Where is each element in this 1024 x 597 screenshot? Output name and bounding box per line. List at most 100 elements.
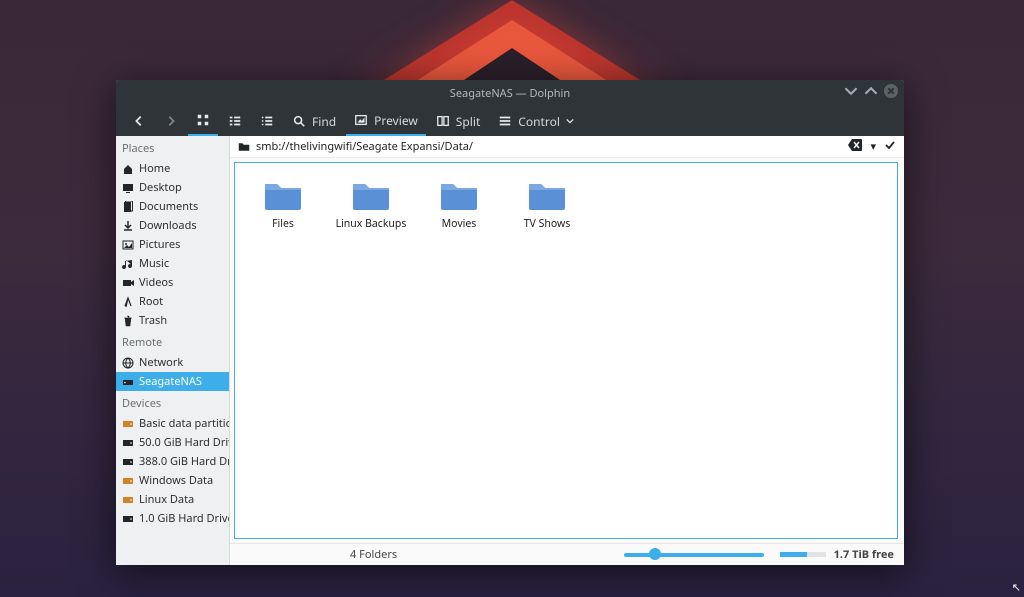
sidebar-item-label: SeagateNAS xyxy=(139,374,202,389)
videos-icon xyxy=(122,277,134,289)
folder-view[interactable]: Files Linux Backups Movies TV Shows xyxy=(234,162,898,539)
toolbar: Find Preview Split Control xyxy=(116,106,904,136)
location-bar: smb://thelivingwifi/Seagate Expansi/Data… xyxy=(230,136,904,158)
minimize-button[interactable] xyxy=(844,84,858,98)
dolphin-window: SeagateNAS — Dolphin xyxy=(116,80,904,565)
root-icon xyxy=(122,296,134,308)
sidebar-item-network[interactable]: Network xyxy=(116,353,229,372)
folder-icon xyxy=(527,179,567,211)
sidebar-item-linux-data[interactable]: Linux Data xyxy=(116,490,229,509)
sidebar-item-388-0-gib-hard-drive[interactable]: 388.0 GiB Hard Drive xyxy=(116,452,229,471)
window-title: SeagateNAS — Dolphin xyxy=(450,86,570,101)
control-label: Control xyxy=(518,113,560,130)
maximize-button[interactable] xyxy=(864,84,878,98)
find-label: Find xyxy=(312,113,336,130)
go-button[interactable] xyxy=(884,139,896,155)
folder-item[interactable]: Movies xyxy=(419,175,499,235)
sidebar-item-label: 50.0 GiB Hard Drive xyxy=(139,435,229,450)
sidebar-item-label: 1.0 GiB Hard Drive xyxy=(139,511,229,526)
preview-label: Preview xyxy=(374,112,418,129)
sidebar-item-label: Documents xyxy=(139,199,198,214)
music-icon xyxy=(122,258,134,270)
folder-item[interactable]: TV Shows xyxy=(507,175,587,235)
home-icon xyxy=(122,163,134,175)
sidebar-item-label: Linux Data xyxy=(139,492,194,507)
sidebar-item-label: Desktop xyxy=(139,180,182,195)
sidebar-item-label: Windows Data xyxy=(139,473,213,488)
drive-icon xyxy=(122,513,134,525)
drive-icon xyxy=(122,437,134,449)
sidebar-item-root[interactable]: Root xyxy=(116,292,229,311)
item-count: 4 Folders xyxy=(240,547,397,562)
icons-view-button[interactable] xyxy=(188,106,218,136)
sidebar-item-label: Root xyxy=(139,294,163,309)
sidebar-item-label: Trash xyxy=(139,313,167,328)
sidebar-item-label: Pictures xyxy=(139,237,180,252)
close-button[interactable] xyxy=(884,84,898,98)
split-label: Split xyxy=(456,113,481,130)
folder-label: Files xyxy=(272,217,294,231)
folder-item[interactable]: Linux Backups xyxy=(331,175,411,235)
sidebar-item-label: Home xyxy=(139,161,170,176)
sidebar-item-windows-data[interactable]: Windows Data xyxy=(116,471,229,490)
documents-icon xyxy=(122,201,134,213)
clear-location-button[interactable] xyxy=(848,139,862,155)
sidebar-item-music[interactable]: Music xyxy=(116,254,229,273)
forward-button[interactable] xyxy=(156,106,186,136)
sidebar-item-downloads[interactable]: Downloads xyxy=(116,216,229,235)
drive-alt-icon xyxy=(122,494,134,506)
sidebar-header: Places xyxy=(116,136,229,159)
titlebar: SeagateNAS — Dolphin xyxy=(116,80,904,106)
sidebar-item-home[interactable]: Home xyxy=(116,159,229,178)
sidebar-item-trash[interactable]: Trash xyxy=(116,311,229,330)
control-button[interactable]: Control xyxy=(490,106,582,136)
sidebar-item-basic-data-partition[interactable]: Basic data partition xyxy=(116,414,229,433)
folder-icon xyxy=(263,179,303,211)
location-text[interactable]: smb://thelivingwifi/Seagate Expansi/Data… xyxy=(256,139,842,154)
free-space: 1.7 TiB free xyxy=(834,547,894,562)
sidebar-item-pictures[interactable]: Pictures xyxy=(116,235,229,254)
drive-alt-icon xyxy=(122,418,134,430)
sidebar-item-50-0-gib-hard-drive[interactable]: 50.0 GiB Hard Drive xyxy=(116,433,229,452)
sidebar-item-label: Network xyxy=(139,355,183,370)
folder-icon xyxy=(351,179,391,211)
folder-label: TV Shows xyxy=(524,217,571,231)
bookmarks-button[interactable]: ▾ xyxy=(870,139,876,154)
folder-icon xyxy=(238,141,250,153)
sidebar-header: Devices xyxy=(116,391,229,414)
sidebar-item-label: Downloads xyxy=(139,218,197,233)
preview-button[interactable]: Preview xyxy=(346,106,426,136)
drive-icon xyxy=(122,456,134,468)
network-icon xyxy=(122,357,134,369)
folder-label: Linux Backups xyxy=(336,217,407,231)
trash-icon xyxy=(122,315,134,327)
network-drive-icon xyxy=(122,376,134,388)
sidebar-item-label: Music xyxy=(139,256,169,271)
sidebar-item-videos[interactable]: Videos xyxy=(116,273,229,292)
zoom-slider[interactable] xyxy=(624,553,764,557)
sidebar-item-label: Videos xyxy=(139,275,173,290)
folder-item[interactable]: Files xyxy=(243,175,323,235)
sidebar-item-label: Basic data partition xyxy=(139,416,229,431)
pictures-icon xyxy=(122,239,134,251)
folder-label: Movies xyxy=(442,217,477,231)
folder-icon xyxy=(439,179,479,211)
back-button[interactable] xyxy=(124,106,154,136)
cursor-icon: ↖ xyxy=(1012,580,1021,595)
capacity-bar xyxy=(780,552,826,557)
drive-alt-icon xyxy=(122,475,134,487)
statusbar: 4 Folders 1.7 TiB free xyxy=(230,543,904,565)
sidebar-item-seagatenas[interactable]: SeagateNAS xyxy=(116,372,229,391)
sidebar-item-1-0-gib-hard-drive[interactable]: 1.0 GiB Hard Drive xyxy=(116,509,229,528)
find-button[interactable]: Find xyxy=(284,106,344,136)
compact-view-button[interactable] xyxy=(220,106,250,136)
downloads-icon xyxy=(122,220,134,232)
desktop-icon xyxy=(122,182,134,194)
sidebar-item-label: 388.0 GiB Hard Drive xyxy=(139,454,229,469)
places-panel: Places Home Desktop Documents Downloads Pictu… xyxy=(116,136,230,565)
sidebar-item-documents[interactable]: Documents xyxy=(116,197,229,216)
details-view-button[interactable] xyxy=(252,106,282,136)
sidebar-header: Remote xyxy=(116,330,229,353)
sidebar-item-desktop[interactable]: Desktop xyxy=(116,178,229,197)
split-button[interactable]: Split xyxy=(428,106,489,136)
